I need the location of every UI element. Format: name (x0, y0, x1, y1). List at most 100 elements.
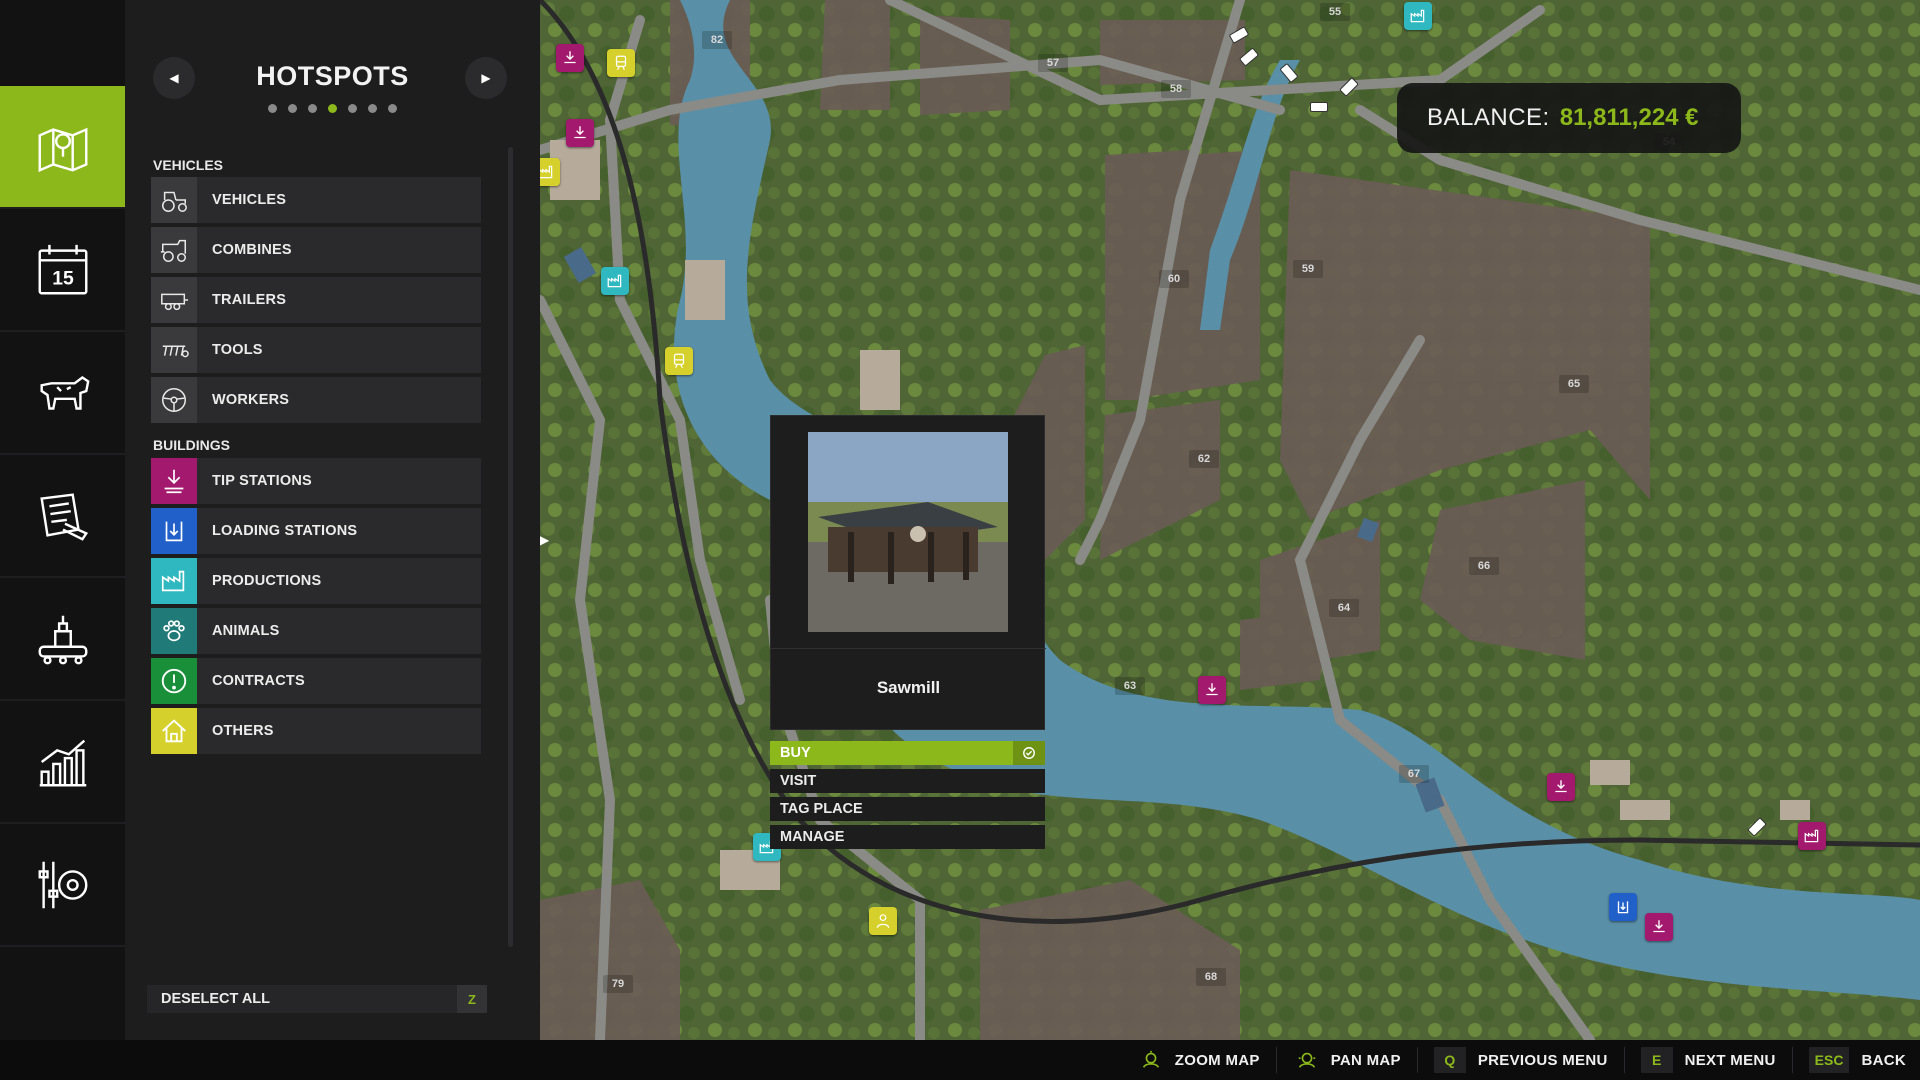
buy-button[interactable]: BUY (770, 741, 1045, 765)
balance-value: 81,811,224 € (1559, 104, 1699, 131)
other-hotspot[interactable] (607, 49, 635, 77)
tag-place-button[interactable]: TAG PLACE (770, 797, 1045, 821)
tip-station-hotspot[interactable] (556, 44, 584, 72)
panel-scrollbar[interactable] (508, 147, 513, 947)
tag-place-label: TAG PLACE (780, 801, 863, 817)
filter-tip-stations[interactable]: TIP STATIONS (151, 458, 481, 504)
filter-productions[interactable]: PRODUCTIONS (151, 558, 481, 604)
collapse-panel-toggle[interactable]: ▶ (540, 520, 560, 560)
page-dot[interactable] (348, 104, 357, 113)
page-dot[interactable] (288, 104, 297, 113)
vehicles-list: VEHICLES COMBINES TRAILERS TOOLS WORKERS (151, 177, 481, 427)
other-hotspot[interactable] (540, 158, 560, 186)
filter-others[interactable]: OTHERS (151, 708, 481, 754)
place-info-popup: Sawmill (770, 415, 1046, 730)
hint-label: NEXT MENU (1684, 1051, 1776, 1069)
field-number: 79 (603, 975, 633, 993)
deselect-all-button[interactable]: DESELECT ALL Z (147, 985, 487, 1013)
popup-divider (771, 648, 1046, 649)
tip-station-icon (1653, 920, 1665, 933)
production-hotspot[interactable] (1404, 2, 1432, 30)
filter-workers[interactable]: WORKERS (151, 377, 481, 423)
filter-label: TIP STATIONS (212, 473, 312, 489)
tip-station-hotspot[interactable] (1547, 773, 1575, 801)
chart-icon (39, 739, 86, 786)
production-hotspot[interactable] (601, 267, 629, 295)
filter-combines[interactable]: COMBINES (151, 227, 481, 273)
production-icon (38, 615, 87, 664)
map-view[interactable]: ▶ 55 57 58 82 54 60 59 65 62 66 64 63 67… (540, 0, 1920, 1040)
rail-tab-map[interactable] (0, 86, 135, 209)
hint-label: BACK (1861, 1051, 1906, 1069)
section-vehicles-label: VEHICLES (153, 157, 224, 173)
deselect-label: DESELECT ALL (161, 991, 271, 1007)
tip-station-icon (151, 458, 197, 504)
filter-contracts[interactable]: CONTRACTS (151, 658, 481, 704)
filter-vehicles[interactable]: VEHICLES (151, 177, 481, 223)
loading-station-hotspot[interactable] (1609, 893, 1637, 921)
page-dot[interactable] (388, 104, 397, 113)
train-icon (673, 353, 685, 369)
factory-icon (151, 558, 197, 604)
loading-station-icon (151, 508, 197, 554)
hint-label: PAN MAP (1330, 1051, 1401, 1069)
other-hotspot[interactable] (665, 347, 693, 375)
field-number: 59 (1293, 260, 1323, 278)
hint-next-menu[interactable]: E NEXT MENU (1623, 1047, 1776, 1073)
next-page-button[interactable]: ▶ (465, 57, 507, 99)
place-name: Sawmill (876, 678, 941, 697)
other-hotspot[interactable] (869, 907, 897, 935)
rail-tab-animals[interactable] (0, 332, 125, 455)
tip-station-icon (564, 51, 576, 64)
factory-icon (607, 274, 622, 288)
visit-label: VISIT (780, 773, 817, 789)
filter-label: OTHERS (212, 723, 274, 739)
deselect-key: Z (457, 985, 487, 1013)
page-dot[interactable] (368, 104, 377, 113)
left-stick-icon (1293, 1047, 1321, 1073)
svg-text:15: 15 (52, 267, 74, 289)
filter-label: TRAILERS (212, 292, 287, 308)
tip-station-hotspot[interactable] (1645, 913, 1673, 941)
field-number: 65 (1559, 375, 1589, 393)
filter-label: ANIMALS (212, 623, 280, 639)
filter-animals[interactable]: ANIMALS (151, 608, 481, 654)
filter-label: TOOLS (212, 342, 263, 358)
confirm-icon (1013, 741, 1045, 765)
filter-label: COMBINES (212, 242, 292, 258)
arrow-right-icon: ▶ (540, 533, 550, 547)
factory-icon (1410, 9, 1425, 23)
rail-tab-settings[interactable] (0, 824, 125, 947)
tip-station-hotspot[interactable] (1198, 676, 1226, 704)
page-dot[interactable] (328, 104, 337, 113)
manage-button[interactable]: MANAGE (770, 825, 1045, 849)
filter-trailers[interactable]: TRAILERS (151, 277, 481, 323)
rail-tab-statistics[interactable] (0, 701, 125, 824)
place-actions: BUY VISIT TAG PLACE MANAGE (770, 741, 1045, 853)
filter-loading-stations[interactable]: LOADING STATIONS (151, 508, 481, 554)
rail-tab-calendar[interactable]: 15 (0, 209, 125, 332)
visit-button[interactable]: VISIT (770, 769, 1045, 793)
filter-label: VEHICLES (212, 192, 287, 208)
combine-icon (151, 227, 197, 273)
hint-previous-menu[interactable]: Q PREVIOUS MENU (1416, 1047, 1608, 1073)
page-dot[interactable] (308, 104, 317, 113)
buildings-list: TIP STATIONS LOADING STATIONS PRODUCTION… (151, 458, 481, 758)
production-hotspot[interactable] (1798, 822, 1826, 850)
map-icon (38, 127, 87, 172)
tip-station-hotspot[interactable] (566, 119, 594, 147)
tractor-icon (151, 177, 197, 223)
settings-icon (38, 861, 87, 908)
filter-tools[interactable]: TOOLS (151, 327, 481, 373)
field-number: 62 (1189, 450, 1219, 468)
rail-tab-contracts[interactable] (0, 455, 125, 578)
vehicle-marker[interactable] (1310, 102, 1328, 112)
exclamation-icon (151, 658, 197, 704)
rail-tab-production[interactable] (0, 578, 125, 701)
tip-station-icon (1206, 683, 1218, 696)
hint-back[interactable]: ESC BACK (1791, 1047, 1906, 1073)
hint-pan-map[interactable]: PAN MAP (1275, 1047, 1401, 1073)
field-number: 64 (1329, 599, 1359, 617)
page-dot[interactable] (268, 104, 277, 113)
hint-zoom-map[interactable]: ZOOM MAP (1121, 1047, 1260, 1073)
